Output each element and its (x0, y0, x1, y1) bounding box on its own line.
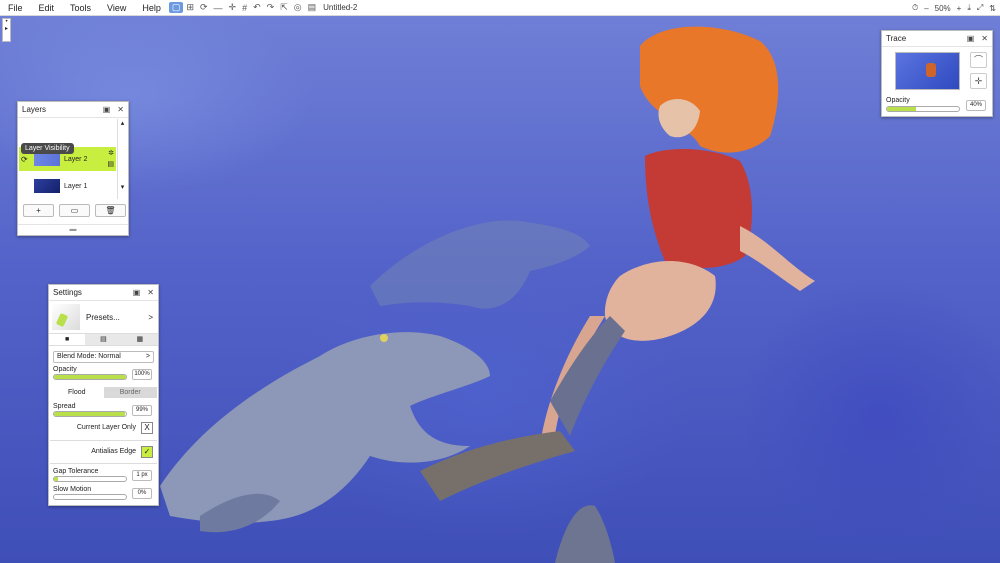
layers-panel-title: Layers (22, 105, 47, 114)
fill-tool-preview-icon (52, 304, 80, 330)
layer-actions: + ▭ 🗑 (23, 204, 126, 217)
close-icon[interactable]: ✕ (981, 34, 988, 43)
tab-square-icon[interactable]: ■ (49, 334, 86, 345)
record-icon[interactable]: ◎ (291, 2, 305, 13)
toggle-icon[interactable]: ▸ (5, 26, 8, 32)
export-icon[interactable]: ⇱ (277, 2, 291, 13)
zoom-level[interactable]: 50% (935, 4, 951, 13)
visibility-icon[interactable]: ⟳ (21, 155, 28, 164)
slow-motion-slider[interactable] (53, 494, 127, 500)
settings-tabs: ■ ▤ ▦ (49, 334, 158, 346)
menu-help[interactable]: Help (134, 3, 169, 13)
menu-edit[interactable]: Edit (31, 3, 63, 13)
tab-border[interactable]: Border (103, 387, 157, 398)
add-layer-button[interactable]: + (23, 204, 54, 217)
antialias-edge-label: Antialias Edge (91, 448, 136, 455)
panel-menu-icon[interactable]: ▣ (133, 288, 141, 297)
layer-name: Layer 2 (64, 155, 88, 163)
layer-name: Layer 1 (64, 182, 88, 190)
resize-handle[interactable]: ▬ (18, 224, 128, 235)
trace-panel: Trace ▣ ✕ ⌒ ✛ Opacity 40% (881, 30, 993, 117)
menu-view[interactable]: View (99, 3, 134, 13)
gap-tolerance-value[interactable]: 1 px (132, 470, 152, 481)
presets-row[interactable]: Presets... > (49, 301, 158, 334)
spread-slider-fill (54, 412, 126, 416)
add-folder-button[interactable]: ▭ (59, 204, 90, 217)
opacity-value[interactable]: 100% (132, 369, 152, 380)
gap-tolerance-slider[interactable] (53, 476, 127, 482)
grid-layout-icon[interactable]: ⊞ (183, 2, 197, 13)
trace-opacity-slider-fill (887, 107, 916, 111)
panel-menu-icon[interactable]: ▣ (103, 105, 111, 114)
chevron-right-icon: > (145, 353, 150, 360)
tab-flood[interactable]: Flood (50, 387, 104, 398)
canvas-mode-icon[interactable]: ▢ (168, 2, 184, 13)
layer-thumbnail (34, 179, 60, 193)
fullscreen-icon[interactable]: ⤢ (977, 3, 983, 13)
settings-panel-title: Settings (53, 288, 82, 297)
close-icon[interactable]: ✕ (117, 105, 124, 114)
collapse-icon[interactable]: • (5, 19, 7, 25)
download-icon[interactable]: ⤓ (967, 3, 971, 13)
panel-menu-icon[interactable]: ▣ (967, 34, 975, 43)
close-icon[interactable]: ✕ (147, 288, 154, 297)
view-controls: ⏱ – 50% + ⤓ ⤢ ⇅ (912, 0, 996, 16)
divider (50, 440, 157, 441)
tab-grid-icon[interactable]: ▦ (121, 334, 158, 345)
trace-panel-header: Trace ▣ ✕ (882, 31, 992, 47)
settings-panel: Settings ▣ ✕ Presets... > ■ ▤ ▦ Blend Mo… (48, 284, 159, 506)
redo-icon[interactable]: ↷ (264, 2, 278, 13)
trace-opacity-label: Opacity (886, 97, 910, 104)
gap-tolerance-slider-fill (54, 477, 58, 481)
line-icon[interactable]: — (211, 3, 226, 13)
document-icon: ▤ (307, 2, 317, 12)
trace-panel-title: Trace (886, 34, 907, 43)
spread-slider[interactable] (53, 411, 127, 417)
antialias-edge-checkbox[interactable]: ✓ (141, 446, 153, 458)
blend-mode-value: Blend Mode: Normal (57, 353, 121, 360)
layers-panel: Layers ▣ ✕ ⟳ Layer 2 ✲ ▤ Layer 1 ▴ ▾ + ▭… (17, 101, 129, 236)
presets-label: Presets... (86, 312, 120, 322)
layers-panel-header: Layers ▣ ✕ (18, 102, 128, 118)
layer-options-icon[interactable]: ▤ (107, 160, 114, 168)
transform-icon[interactable]: ✛ (226, 2, 240, 13)
divider (50, 463, 157, 464)
trace-opacity-slider[interactable] (886, 106, 960, 112)
current-layer-only-label: Current Layer Only (76, 424, 136, 431)
trace-crosshair-icon[interactable]: ✛ (970, 73, 987, 89)
lock-icon[interactable]: ✲ (108, 149, 114, 157)
chevron-right-icon: > (148, 312, 153, 322)
document-title: Untitled-2 (323, 3, 358, 12)
opacity-slider[interactable] (53, 374, 127, 380)
zoom-out-button[interactable]: – (924, 4, 928, 13)
layer-thumbnail (34, 152, 60, 166)
zoom-in-button[interactable]: + (957, 4, 962, 13)
timer-icon[interactable]: ⏱ (912, 3, 918, 13)
menu-tools[interactable]: Tools (62, 3, 99, 13)
settings-panel-header: Settings ▣ ✕ (49, 285, 158, 301)
lasso-icon[interactable]: ⟳ (197, 2, 211, 13)
delete-layer-button[interactable]: 🗑 (95, 204, 126, 217)
mini-toolbar: • ▸ (2, 18, 11, 42)
layer-visibility-tooltip: Layer Visibility (21, 143, 74, 154)
blend-mode-dropdown[interactable]: Blend Mode: Normal > (53, 351, 154, 363)
current-layer-only-checkbox[interactable]: X (141, 422, 153, 434)
hide-ui-icon[interactable]: ⇅ (989, 4, 996, 13)
undo-icon[interactable]: ↶ (250, 2, 264, 13)
grid-icon[interactable]: # (239, 3, 250, 13)
menu-file[interactable]: File (0, 3, 31, 13)
trace-image-thumbnail[interactable] (895, 52, 960, 90)
layers-scrollbar[interactable]: ▴ ▾ (117, 119, 127, 199)
spread-value[interactable]: 99% (132, 405, 152, 416)
menu-bar: File Edit Tools View Help ▢ ⊞ ⟳ — ✛ # ↶ … (0, 0, 1000, 16)
fill-subtabs: Flood Border (50, 387, 157, 398)
tab-layers-icon[interactable]: ▤ (85, 334, 122, 345)
slow-motion-value[interactable]: 0% (132, 488, 152, 499)
trace-opacity-value[interactable]: 40% (966, 100, 986, 111)
trace-curve-icon[interactable]: ⌒ (970, 52, 987, 68)
layer-row-layer-1[interactable]: Layer 1 (19, 174, 116, 198)
opacity-slider-fill (54, 375, 126, 379)
